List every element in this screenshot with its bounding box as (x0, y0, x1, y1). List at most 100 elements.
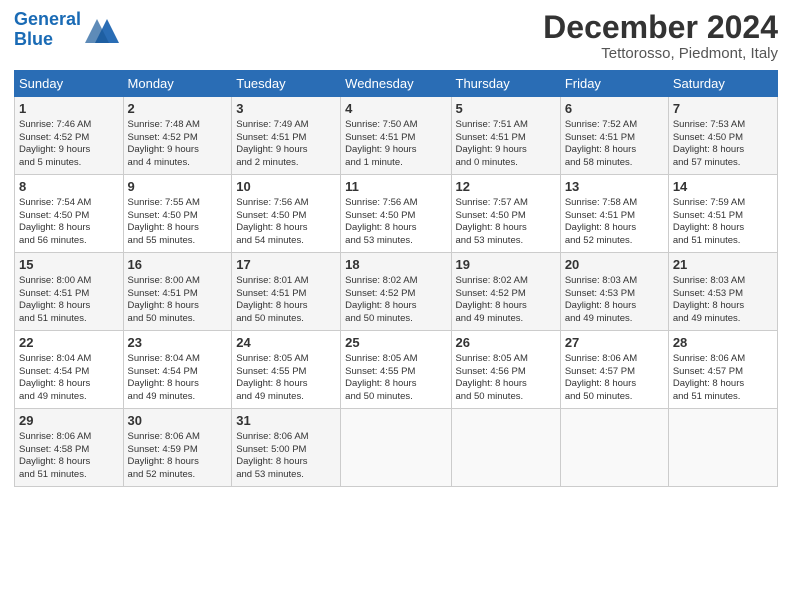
day-info: Sunrise: 7:53 AM Sunset: 4:50 PM Dayligh… (673, 119, 773, 170)
day-number: 30 (128, 412, 228, 430)
day-info: Sunrise: 7:57 AM Sunset: 4:50 PM Dayligh… (456, 197, 556, 248)
day-info: Sunrise: 8:05 AM Sunset: 4:55 PM Dayligh… (236, 353, 336, 404)
day-number: 15 (19, 256, 119, 274)
day-info: Sunrise: 8:05 AM Sunset: 4:56 PM Dayligh… (456, 353, 556, 404)
day-number: 12 (456, 178, 556, 196)
day-number: 9 (128, 178, 228, 196)
calendar-week-4: 22Sunrise: 8:04 AM Sunset: 4:54 PM Dayli… (15, 331, 778, 409)
title-block: December 2024 Tettorosso, Piedmont, Ital… (543, 10, 778, 62)
weekday-header-sunday: Sunday (15, 71, 124, 97)
day-number: 1 (19, 100, 119, 118)
calendar-cell: 10Sunrise: 7:56 AM Sunset: 4:50 PM Dayli… (232, 175, 341, 253)
calendar-cell: 14Sunrise: 7:59 AM Sunset: 4:51 PM Dayli… (668, 175, 777, 253)
day-info: Sunrise: 8:06 AM Sunset: 4:57 PM Dayligh… (565, 353, 664, 404)
calendar-cell: 2Sunrise: 7:48 AM Sunset: 4:52 PM Daylig… (123, 97, 232, 175)
calendar-cell: 19Sunrise: 8:02 AM Sunset: 4:52 PM Dayli… (451, 253, 560, 331)
weekday-header-friday: Friday (560, 71, 668, 97)
day-number: 5 (456, 100, 556, 118)
day-info: Sunrise: 7:51 AM Sunset: 4:51 PM Dayligh… (456, 119, 556, 170)
day-number: 18 (345, 256, 446, 274)
day-info: Sunrise: 7:49 AM Sunset: 4:51 PM Dayligh… (236, 119, 336, 170)
day-number: 20 (565, 256, 664, 274)
calendar-cell: 22Sunrise: 8:04 AM Sunset: 4:54 PM Dayli… (15, 331, 124, 409)
calendar-cell: 3Sunrise: 7:49 AM Sunset: 4:51 PM Daylig… (232, 97, 341, 175)
location-subtitle: Tettorosso, Piedmont, Italy (543, 45, 778, 62)
calendar-cell: 16Sunrise: 8:00 AM Sunset: 4:51 PM Dayli… (123, 253, 232, 331)
calendar-cell: 4Sunrise: 7:50 AM Sunset: 4:51 PM Daylig… (341, 97, 451, 175)
calendar-week-3: 15Sunrise: 8:00 AM Sunset: 4:51 PM Dayli… (15, 253, 778, 331)
day-number: 14 (673, 178, 773, 196)
logo: GeneralBlue (14, 10, 121, 50)
calendar-cell: 8Sunrise: 7:54 AM Sunset: 4:50 PM Daylig… (15, 175, 124, 253)
day-info: Sunrise: 8:02 AM Sunset: 4:52 PM Dayligh… (456, 275, 556, 326)
calendar-cell: 28Sunrise: 8:06 AM Sunset: 4:57 PM Dayli… (668, 331, 777, 409)
weekday-header-row: SundayMondayTuesdayWednesdayThursdayFrid… (15, 71, 778, 97)
calendar-cell: 13Sunrise: 7:58 AM Sunset: 4:51 PM Dayli… (560, 175, 668, 253)
day-info: Sunrise: 7:46 AM Sunset: 4:52 PM Dayligh… (19, 119, 119, 170)
day-number: 27 (565, 334, 664, 352)
day-number: 6 (565, 100, 664, 118)
day-info: Sunrise: 8:00 AM Sunset: 4:51 PM Dayligh… (128, 275, 228, 326)
day-info: Sunrise: 7:56 AM Sunset: 4:50 PM Dayligh… (236, 197, 336, 248)
calendar-cell: 31Sunrise: 8:06 AM Sunset: 5:00 PM Dayli… (232, 409, 341, 487)
calendar-cell: 29Sunrise: 8:06 AM Sunset: 4:58 PM Dayli… (15, 409, 124, 487)
day-number: 29 (19, 412, 119, 430)
day-info: Sunrise: 7:54 AM Sunset: 4:50 PM Dayligh… (19, 197, 119, 248)
calendar-cell: 9Sunrise: 7:55 AM Sunset: 4:50 PM Daylig… (123, 175, 232, 253)
calendar-week-1: 1Sunrise: 7:46 AM Sunset: 4:52 PM Daylig… (15, 97, 778, 175)
weekday-header-monday: Monday (123, 71, 232, 97)
day-number: 11 (345, 178, 446, 196)
day-info: Sunrise: 7:59 AM Sunset: 4:51 PM Dayligh… (673, 197, 773, 248)
day-number: 25 (345, 334, 446, 352)
calendar-cell (341, 409, 451, 487)
day-number: 19 (456, 256, 556, 274)
day-info: Sunrise: 8:00 AM Sunset: 4:51 PM Dayligh… (19, 275, 119, 326)
calendar-week-5: 29Sunrise: 8:06 AM Sunset: 4:58 PM Dayli… (15, 409, 778, 487)
day-number: 13 (565, 178, 664, 196)
calendar-table: SundayMondayTuesdayWednesdayThursdayFrid… (14, 70, 778, 487)
calendar-cell: 12Sunrise: 7:57 AM Sunset: 4:50 PM Dayli… (451, 175, 560, 253)
weekday-header-tuesday: Tuesday (232, 71, 341, 97)
calendar-cell: 23Sunrise: 8:04 AM Sunset: 4:54 PM Dayli… (123, 331, 232, 409)
day-number: 8 (19, 178, 119, 196)
calendar-week-2: 8Sunrise: 7:54 AM Sunset: 4:50 PM Daylig… (15, 175, 778, 253)
calendar-cell (451, 409, 560, 487)
day-info: Sunrise: 8:03 AM Sunset: 4:53 PM Dayligh… (565, 275, 664, 326)
day-info: Sunrise: 7:56 AM Sunset: 4:50 PM Dayligh… (345, 197, 446, 248)
day-info: Sunrise: 8:01 AM Sunset: 4:51 PM Dayligh… (236, 275, 336, 326)
logo-icon (85, 15, 121, 47)
day-info: Sunrise: 7:58 AM Sunset: 4:51 PM Dayligh… (565, 197, 664, 248)
day-number: 7 (673, 100, 773, 118)
day-info: Sunrise: 8:05 AM Sunset: 4:55 PM Dayligh… (345, 353, 446, 404)
calendar-cell (668, 409, 777, 487)
day-number: 21 (673, 256, 773, 274)
day-number: 4 (345, 100, 446, 118)
calendar-cell: 11Sunrise: 7:56 AM Sunset: 4:50 PM Dayli… (341, 175, 451, 253)
day-number: 23 (128, 334, 228, 352)
day-info: Sunrise: 8:04 AM Sunset: 4:54 PM Dayligh… (128, 353, 228, 404)
calendar-cell: 7Sunrise: 7:53 AM Sunset: 4:50 PM Daylig… (668, 97, 777, 175)
weekday-header-saturday: Saturday (668, 71, 777, 97)
weekday-header-thursday: Thursday (451, 71, 560, 97)
day-info: Sunrise: 7:48 AM Sunset: 4:52 PM Dayligh… (128, 119, 228, 170)
day-info: Sunrise: 7:52 AM Sunset: 4:51 PM Dayligh… (565, 119, 664, 170)
day-number: 2 (128, 100, 228, 118)
calendar-cell: 15Sunrise: 8:00 AM Sunset: 4:51 PM Dayli… (15, 253, 124, 331)
calendar-cell: 30Sunrise: 8:06 AM Sunset: 4:59 PM Dayli… (123, 409, 232, 487)
month-title: December 2024 (543, 10, 778, 45)
day-number: 31 (236, 412, 336, 430)
day-info: Sunrise: 8:03 AM Sunset: 4:53 PM Dayligh… (673, 275, 773, 326)
calendar-cell: 6Sunrise: 7:52 AM Sunset: 4:51 PM Daylig… (560, 97, 668, 175)
calendar-cell: 20Sunrise: 8:03 AM Sunset: 4:53 PM Dayli… (560, 253, 668, 331)
day-number: 24 (236, 334, 336, 352)
day-info: Sunrise: 8:06 AM Sunset: 4:57 PM Dayligh… (673, 353, 773, 404)
day-number: 26 (456, 334, 556, 352)
day-info: Sunrise: 7:55 AM Sunset: 4:50 PM Dayligh… (128, 197, 228, 248)
day-number: 16 (128, 256, 228, 274)
page-container: GeneralBlue December 2024 Tettorosso, Pi… (0, 0, 792, 493)
day-number: 17 (236, 256, 336, 274)
calendar-cell: 26Sunrise: 8:05 AM Sunset: 4:56 PM Dayli… (451, 331, 560, 409)
day-number: 3 (236, 100, 336, 118)
logo-text: GeneralBlue (14, 10, 81, 50)
calendar-cell: 25Sunrise: 8:05 AM Sunset: 4:55 PM Dayli… (341, 331, 451, 409)
